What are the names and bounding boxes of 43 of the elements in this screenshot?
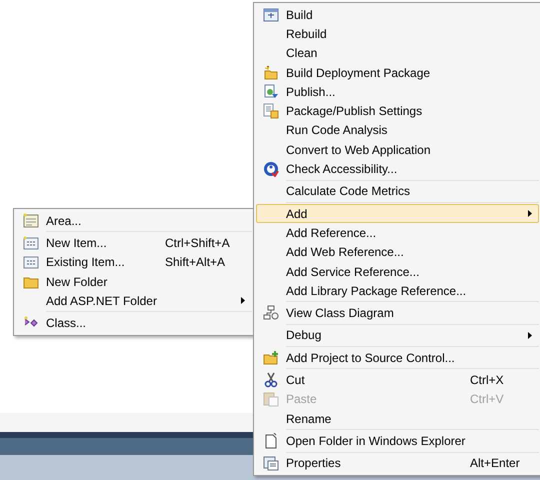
menu-item[interactable]: Rename (256, 408, 539, 428)
menu-item[interactable]: Cut Ctrl+X (256, 370, 539, 390)
menu-item[interactable]: View Class Diagram (256, 303, 539, 323)
diagram-icon (263, 305, 279, 322)
document-icon (263, 103, 279, 120)
scissors-icon (263, 372, 279, 388)
menu-item[interactable]: Existing Item... Shift+Alt+A (16, 252, 252, 272)
menu-item[interactable]: Add (256, 204, 539, 224)
folder-icon (263, 350, 279, 366)
submenu-arrow-icon (528, 210, 532, 218)
menu-item[interactable]: Publish... (256, 82, 539, 102)
menu-item[interactable]: Class... (16, 313, 252, 333)
submenu-arrow-icon (241, 297, 245, 304)
window-icon (23, 212, 39, 229)
grid-icon (23, 234, 39, 251)
menu-item[interactable]: Rebuild (256, 24, 539, 44)
menu-item[interactable]: Open Folder in Windows Explorer (256, 431, 539, 451)
menu-item[interactable]: Properties Alt+Enter (256, 454, 539, 473)
menu-item[interactable]: Add Project to Source Control... (256, 348, 539, 368)
menu-item[interactable]: Add ASP.NET Folder (16, 291, 252, 310)
menu-item[interactable]: Clean (256, 44, 539, 63)
menu-item[interactable]: Add Service Reference... (256, 262, 539, 282)
menu-item[interactable]: Build (256, 5, 539, 24)
menu-item[interactable]: Add Reference... (256, 223, 539, 243)
menu-item[interactable]: New Folder (16, 272, 252, 292)
window-icon (263, 6, 279, 23)
menu-item[interactable]: Debug (256, 326, 539, 346)
menu-item[interactable]: Package/Publish Settings (256, 101, 539, 121)
menu-item[interactable]: Add Web Reference... (256, 242, 539, 262)
menu-item[interactable]: Check Accessibility... (256, 159, 539, 179)
folder-icon (263, 64, 279, 81)
properties-icon (263, 455, 279, 472)
grid-icon (23, 254, 39, 270)
menu-item[interactable]: New Item... Ctrl+Shift+A (16, 233, 252, 253)
menu-item[interactable]: Convert to Web Application (256, 140, 539, 160)
menu-item[interactable]: Build Deployment Package (256, 62, 539, 82)
menu-item[interactable]: Calculate Code Metrics (256, 182, 539, 201)
menu-item[interactable]: Run Code Analysis (256, 120, 539, 140)
clipboard-icon (263, 391, 279, 408)
menu-item[interactable]: Add Library Package Reference... (256, 281, 539, 300)
submenu-arrow-icon (528, 332, 532, 339)
document-icon (263, 432, 279, 449)
menu-item[interactable]: Area... (16, 211, 252, 230)
